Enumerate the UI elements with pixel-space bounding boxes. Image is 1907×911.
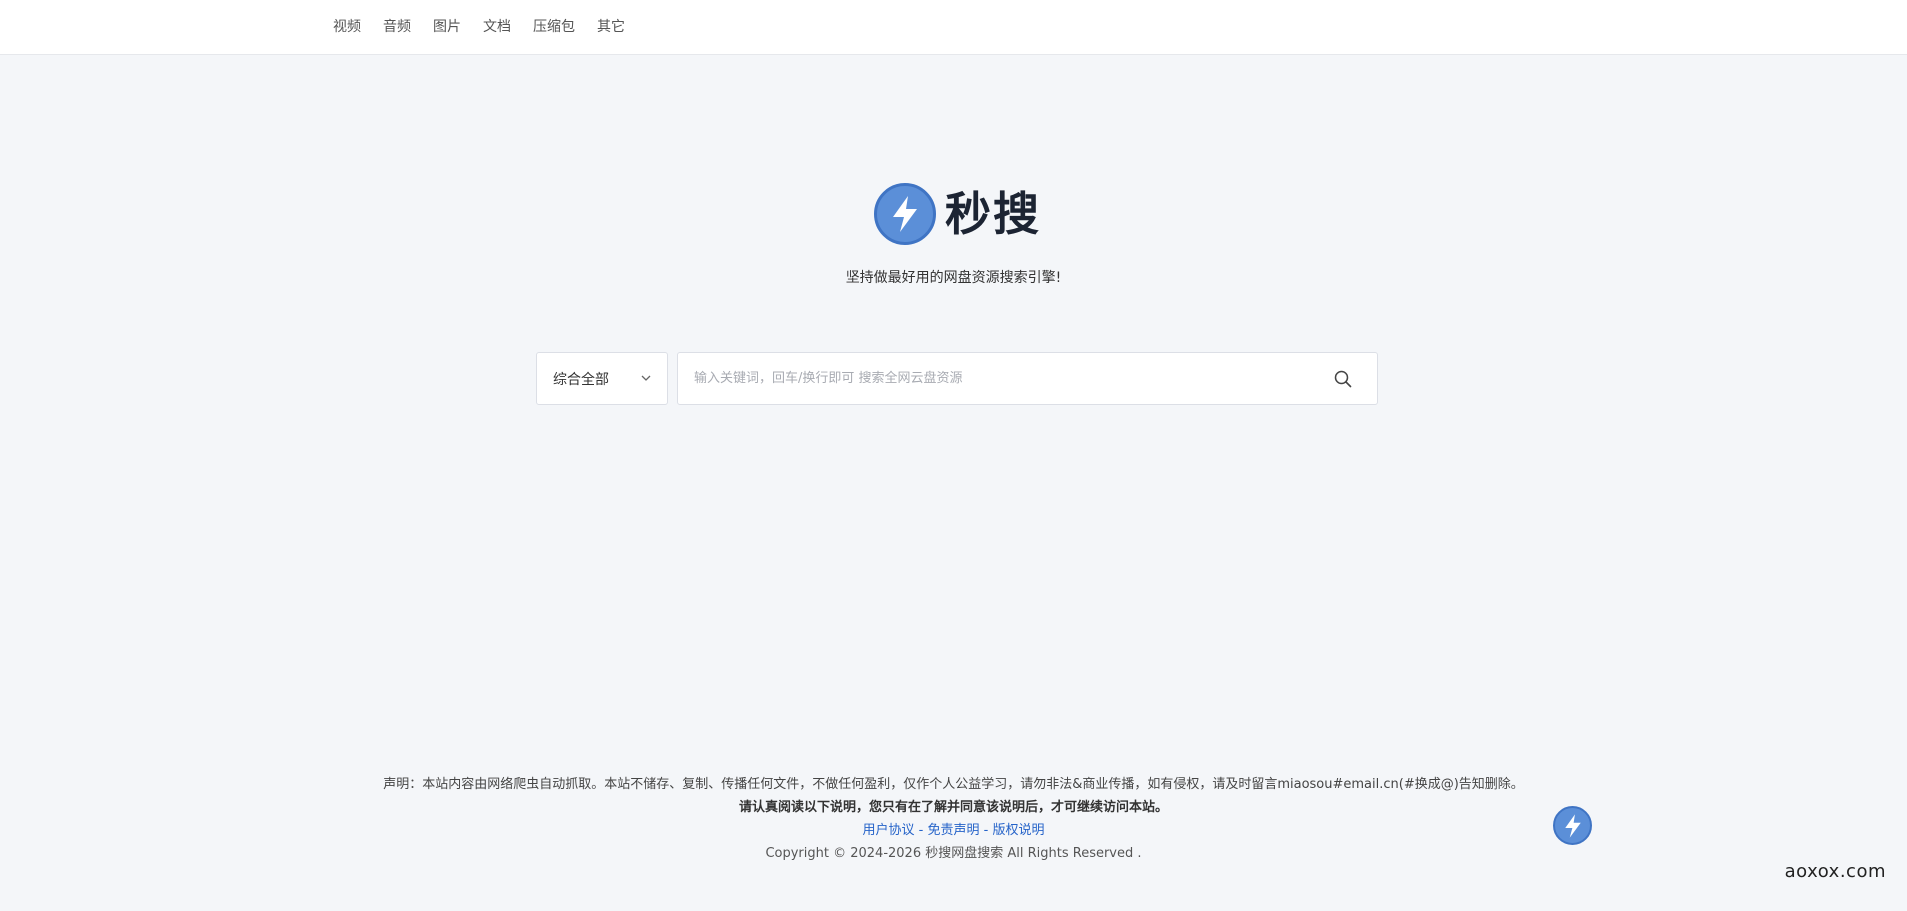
copyright-link[interactable]: 版权说明 bbox=[992, 823, 1044, 838]
disclaimer-link[interactable]: 免责声明 bbox=[927, 823, 979, 838]
site-slogan: 坚持做最好用的网盘资源搜索引擎! bbox=[845, 270, 1062, 286]
lightning-bolt-icon bbox=[874, 183, 936, 245]
nav-item-video[interactable]: 视频 bbox=[333, 17, 361, 37]
nav-item-archive[interactable]: 压缩包 bbox=[533, 17, 575, 37]
site-logo: 秒搜 bbox=[874, 183, 1041, 245]
nav-item-other[interactable]: 其它 bbox=[597, 17, 625, 37]
site-name: 秒搜 bbox=[945, 187, 1041, 241]
footer-disclaimer: 声明：本站内容由网络爬虫自动抓取。本站不储存、复制、传播任何文件，不做任何盈利，… bbox=[383, 777, 1524, 792]
search-input[interactable] bbox=[694, 353, 1314, 404]
top-navigation: 视频 音频 图片 文档 压缩包 其它 bbox=[0, 0, 1907, 55]
category-nav: 视频 音频 图片 文档 压缩包 其它 bbox=[333, 17, 647, 37]
watermark: aoxox.com bbox=[1784, 861, 1886, 882]
user-agreement-link[interactable]: 用户协议 bbox=[863, 823, 915, 838]
footer-copyright: Copyright © 2024-2026 秒搜网盘搜索 All Rights … bbox=[765, 846, 1142, 861]
link-separator: - bbox=[979, 823, 993, 838]
lightning-bolt-icon bbox=[1564, 813, 1581, 838]
footer: 声明：本站内容由网络爬虫自动抓取。本站不储存、复制、传播任何文件，不做任何盈利，… bbox=[0, 773, 1907, 865]
category-select-value: 综合全部 bbox=[553, 371, 609, 388]
floating-lightning-button[interactable] bbox=[1553, 806, 1592, 845]
footer-links: 用户协议 - 免责声明 - 版权说明 bbox=[0, 819, 1907, 842]
nav-item-document[interactable]: 文档 bbox=[483, 17, 511, 37]
search-icon[interactable] bbox=[1333, 369, 1353, 393]
footer-notice: 请认真阅读以下说明，您只有在了解并同意该说明后，才可继续访问本站。 bbox=[738, 800, 1168, 815]
category-select[interactable]: 综合全部 bbox=[536, 352, 668, 405]
chevron-down-icon bbox=[639, 371, 653, 389]
nav-item-image[interactable]: 图片 bbox=[433, 17, 461, 37]
link-separator: - bbox=[914, 823, 928, 838]
nav-item-audio[interactable]: 音频 bbox=[383, 17, 411, 37]
search-box bbox=[677, 352, 1378, 405]
